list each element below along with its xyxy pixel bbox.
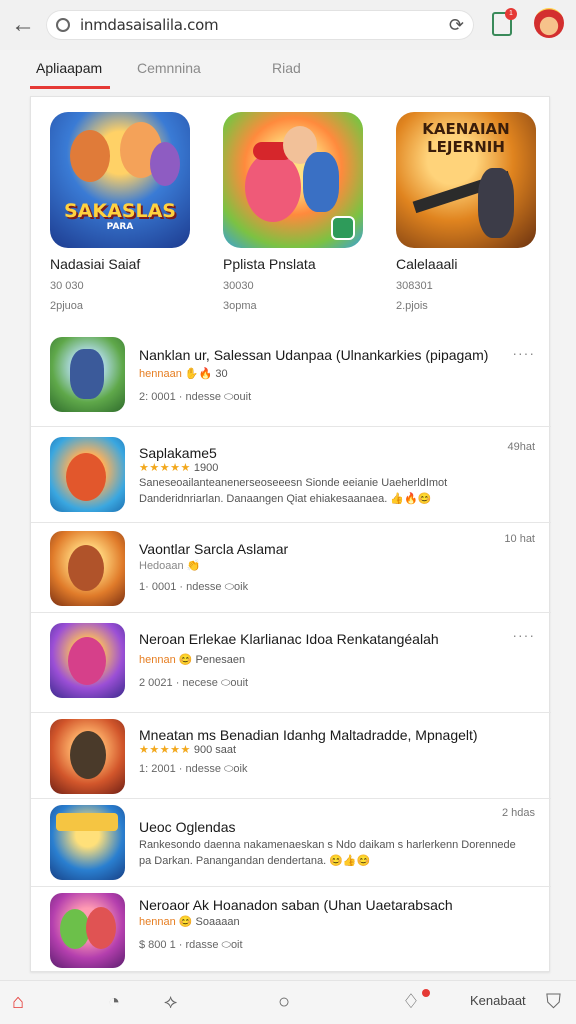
home-icon[interactable]: ⌂ <box>12 990 24 1014</box>
featured-app-meta: 30030 <box>223 280 254 292</box>
site-info-icon[interactable] <box>56 18 70 32</box>
list-item[interactable]: Neroan Erlekae Klarlianac Idoa Renkatang… <box>31 613 551 713</box>
url-text[interactable]: inmdasaisalila.com <box>80 16 219 34</box>
section-tabs: Apliaapam Cemnnina Riad <box>0 52 576 92</box>
featured-app-icon[interactable]: SAKASLAS PARA <box>50 112 190 248</box>
list-item-title[interactable]: Vaontlar Sarcla Aslamar <box>139 541 288 557</box>
list-item-meta: hennan 😊 Soaaaan <box>139 916 240 928</box>
app-icon[interactable] <box>50 531 125 606</box>
featured-app-title: Calelaaali <box>396 256 458 272</box>
tabs-count-badge: 1 <box>505 8 517 20</box>
featured-app-title: Nadasiai Saiaf <box>50 256 141 272</box>
list-item[interactable]: Vaontlar Sarcla Aslamar Hedoaan 👏 1· 000… <box>31 523 551 613</box>
list-item[interactable]: Saplakame5 ★★★★★ 1900 Saneseoailanteanen… <box>31 427 551 523</box>
featured-app-sub: 2pjuoa <box>50 300 84 312</box>
list-item-meta: hennaan ✋🔥 30 <box>139 368 228 380</box>
list-item[interactable]: Ueoc Oglendas Rankesondo daenna nakamena… <box>31 799 551 887</box>
app-icon[interactable] <box>50 623 125 698</box>
featured-app-sub: 2.pjois <box>396 300 428 312</box>
featured-app-icon[interactable]: KAENAIAN LEJERNIH <box>396 112 536 248</box>
active-tab-indicator <box>30 86 110 89</box>
app-icon[interactable] <box>50 437 125 512</box>
shield-icon[interactable]: ⛉ <box>546 990 561 1014</box>
bottom-navigation: ⌂ ◔ ⟡ ○ ♢ Kenabaat ⛉ <box>0 980 576 1024</box>
list-item-description: Saneseoailanteanenerseoseeesn Sionde eei… <box>139 477 448 505</box>
featured-art-title: SAKASLAS <box>64 200 176 222</box>
content-card: SAKASLAS PARA Nadasiai Saiaf 30 030 2pju… <box>30 96 551 973</box>
list-item-title[interactable]: Nanklan ur, Salessan Udanpaa (Ulnankarki… <box>139 347 488 363</box>
list-item-rating: ★★★★★ 1900 <box>139 462 219 474</box>
list-item[interactable]: Nanklan ur, Salessan Udanpaa (Ulnankarki… <box>31 327 551 427</box>
notifications-icon[interactable]: ♢ <box>402 990 420 1014</box>
featured-app-title: Pplista Pnslata <box>223 256 316 272</box>
app-icon[interactable] <box>50 719 125 794</box>
list-item-time: 10 hat <box>504 533 535 545</box>
tab-second[interactable]: Cemnnina <box>137 60 201 76</box>
featured-app-meta: 308301 <box>396 280 433 292</box>
nav-label[interactable]: Kenabaat <box>470 993 526 1008</box>
list-item-stats: $ 800 1 · rdasse ⬭oit <box>139 939 243 951</box>
browser-toolbar: ← inmdasaisalila.com ⟳ 1 <box>0 0 576 50</box>
featured-app-sub: 3opma <box>223 300 257 312</box>
list-item-description: Rankesondo daenna nakamenaeskan s Ndo da… <box>139 839 516 867</box>
reload-icon[interactable]: ⟳ <box>449 15 464 36</box>
more-options-icon[interactable]: ···· <box>512 627 535 643</box>
featured-art-title: KAENAIAN LEJERNIH <box>422 120 510 156</box>
list-item-stats: 1: 2001 · ndesse ⬭oik <box>139 763 248 775</box>
app-icon[interactable] <box>50 893 125 968</box>
list-item-stats: 2: 0001 · ndesse ⬭ouit <box>139 391 252 403</box>
apps-icon[interactable]: ⟡ <box>164 990 177 1014</box>
list-item-title[interactable]: Neroaor Ak Hoanadon saban (Uhan Uaetarab… <box>139 897 453 913</box>
list-item-meta: Hedoaan 👏 <box>139 560 201 572</box>
list-item-title[interactable]: Ueoc Oglendas <box>139 819 236 835</box>
list-item-time: 49hat <box>507 441 535 453</box>
more-options-icon[interactable]: ···· <box>512 345 535 361</box>
list-item-title[interactable]: Saplakame5 <box>139 445 217 461</box>
list-item-title[interactable]: Neroan Erlekae Klarlianac Idoa Renkatang… <box>139 631 439 647</box>
app-icon[interactable] <box>50 337 125 412</box>
app-icon[interactable] <box>50 805 125 880</box>
featured-app-2[interactable]: Pplista Pnslata 30030 3opma <box>223 112 363 312</box>
list-item-stats: 1· 0001 · ndesse ⬭oik <box>139 581 249 593</box>
notification-badge <box>422 989 430 997</box>
featured-app-1[interactable]: SAKASLAS PARA Nadasiai Saiaf 30 030 2pju… <box>50 112 190 312</box>
featured-app-3[interactable]: KAENAIAN LEJERNIH Calelaaali 308301 2.pj… <box>396 112 536 312</box>
list-item-title[interactable]: Mneatan ms Benadian Idanhg Maltadradde, … <box>139 727 478 743</box>
featured-art-subtitle: PARA <box>106 222 134 232</box>
tab-third[interactable]: Riad <box>272 60 301 76</box>
featured-app-meta: 30 030 <box>50 280 84 292</box>
explore-icon[interactable]: ◔ <box>108 990 120 1014</box>
featured-app-icon[interactable] <box>223 112 363 248</box>
list-item-time: 2 hdas <box>501 807 535 819</box>
list-item[interactable]: Neroaor Ak Hoanadon saban (Uhan Uaetarab… <box>31 887 551 973</box>
circle-icon[interactable]: ○ <box>278 990 290 1014</box>
list-item-rating: ★★★★★ 900 saat <box>139 744 237 756</box>
list-item[interactable]: Mneatan ms Benadian Idanhg Maltadradde, … <box>31 713 551 799</box>
profile-avatar[interactable] <box>534 8 564 38</box>
back-arrow-icon[interactable]: ← <box>10 12 36 38</box>
list-item-meta: hennan 😊 Penesaen <box>139 654 246 666</box>
list-item-stats: 2 0021 · necese ⬭ouit <box>139 677 249 689</box>
tab-apps[interactable]: Apliaapam <box>36 60 102 76</box>
address-bar[interactable]: inmdasaisalila.com ⟳ <box>46 10 474 40</box>
